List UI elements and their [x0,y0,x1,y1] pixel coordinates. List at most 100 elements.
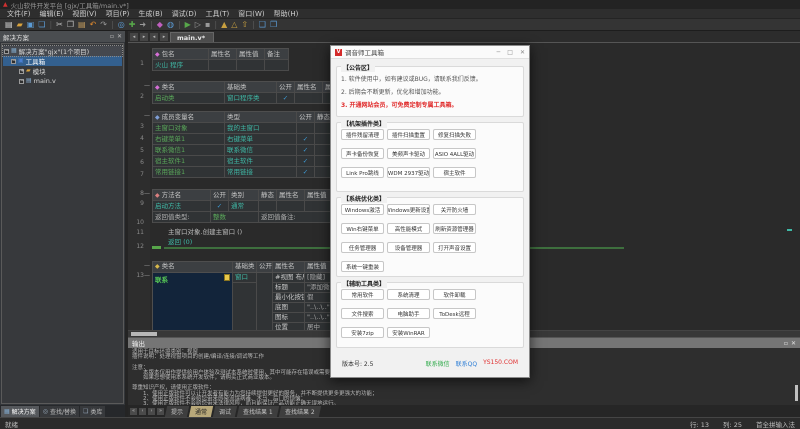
tool-button[interactable]: 设备管理器 [387,242,430,253]
tool-button[interactable]: ASIO 4ALL驱动 [433,148,476,159]
pin-icon[interactable]: ▫ [784,340,788,347]
fold-marker[interactable]: — [144,82,150,89]
cell-public[interactable]: ✓ [297,134,315,145]
paste-icon[interactable]: ▤ [78,20,86,29]
fold-marker[interactable]: — [144,112,150,119]
tool-button[interactable]: 声卡备份恢复 [341,148,384,159]
minimize-icon[interactable]: ─ [497,49,501,56]
tree-item-project[interactable]: − ▣ 工具箱 [3,56,122,66]
property-name[interactable]: 底图 [273,303,305,313]
close-icon[interactable]: ✕ [117,33,122,40]
find-icon[interactable]: ◎ [118,20,125,29]
website-link[interactable]: YS150.COM [483,359,518,368]
windows-icon[interactable]: ❑ [259,20,266,29]
open-folder-icon[interactable]: ▰ [17,20,23,29]
pin-icon[interactable]: ▫ [110,33,114,40]
tool-button[interactable]: 安装7zip [341,327,384,338]
nav-back-icon[interactable]: ◂ [130,33,138,41]
cell-return-type[interactable]: 整数 [211,212,259,223]
tool-button[interactable]: 刷新资源管理器 [433,223,476,234]
cell-var-type[interactable]: 右键菜单 [225,134,297,145]
designer-icon[interactable]: ◆ [157,20,163,29]
tool-button[interactable]: 软件卸载 [433,289,476,300]
status-ime[interactable]: 首全拼输入法 [756,419,795,429]
cell-public[interactable]: ✓ [297,145,315,156]
tab-debug[interactable]: 调试 [213,406,237,417]
tab-hints[interactable]: 提示 [165,406,189,417]
cell-public[interactable] [297,123,315,134]
cell-var-type[interactable]: 宿主软件 [225,156,297,167]
property-name[interactable]: 最小化按钮 [273,293,305,303]
tool-button[interactable]: 安装WinRAR [387,327,430,338]
vertical-scrollbar-thumb[interactable] [795,385,798,401]
tab-solution[interactable]: ▦ 解决方案 [1,406,39,417]
menu-item[interactable]: 编辑(E) [40,9,64,19]
tree-item-solution-root[interactable]: − ▦ 解决方案"gjx"(1个项目) [3,46,122,56]
goto-icon[interactable]: ➜ [139,20,146,29]
tool-button[interactable]: 宿主软件 [433,167,476,178]
cell-var-name[interactable]: 宿主软件1 [153,156,225,167]
menu-item[interactable]: 项目(P) [106,9,130,19]
property-name[interactable]: 标题 [273,283,305,293]
close-icon[interactable]: ✕ [520,49,525,56]
add-icon[interactable]: ✚ [129,20,136,29]
collapse-icon[interactable]: − [11,59,16,64]
tool-button[interactable]: ToDesk远程 [433,308,476,319]
cell-package-name[interactable]: 火山 程序 [153,60,209,71]
tool-button[interactable]: 任务管理器 [341,242,384,253]
code-statement[interactable]: 主窗口对象.创建主窗口 () [168,226,242,236]
deploy-icon[interactable]: ⇧ [241,20,248,29]
cell-var-name[interactable]: 右键菜单1 [153,134,225,145]
tool-button[interactable]: 系统清理 [387,289,430,300]
help-icon[interactable]: ❒ [270,20,277,29]
tool-button[interactable]: 打开声音设置 [433,242,476,253]
fold-marker[interactable]: — [144,262,150,269]
menu-item[interactable]: 文件(F) [7,9,31,19]
tab-class-library[interactable]: ❏ 类库 [80,406,105,417]
collapse-icon[interactable]: − [4,49,9,54]
cell-public[interactable]: ✓ [297,167,315,178]
save-all-icon[interactable]: ❏ [38,20,45,29]
maximize-icon[interactable]: □ [507,49,513,56]
tool-button[interactable]: Win右键菜单 [341,223,384,234]
redo-icon[interactable]: ↷ [100,20,107,29]
tab-general[interactable]: 通常 [189,406,213,417]
tree-item-file[interactable]: − ▤ main.v [3,76,122,86]
tool-button[interactable]: 插件残留清理 [341,129,384,140]
tool-button[interactable]: Link Pro跳线 [341,167,384,178]
property-name[interactable]: 图标 [273,313,305,323]
cut-icon[interactable]: ✂ [56,20,63,29]
collapse-icon[interactable]: − [19,79,24,84]
menu-item[interactable]: 帮助(H) [274,9,299,19]
qq-link[interactable]: 联系QQ [456,359,477,368]
wechat-link[interactable]: 联系微信 [426,359,450,368]
cell-var-type[interactable]: 联系微信 [225,145,297,156]
scroll-left-icon[interactable]: ‹ [139,408,146,415]
tool-button[interactable]: 修复扫描失败 [433,129,476,140]
scroll-right-icon[interactable]: › [148,408,155,415]
rebuild-icon[interactable]: △ [231,20,237,29]
close-icon[interactable]: ✕ [791,340,796,347]
browser-icon[interactable]: ◍ [167,20,174,29]
scroll-last-icon[interactable]: » [157,408,164,415]
menu-item[interactable]: 工具(T) [205,9,229,19]
tool-button[interactable]: 美频声卡驱动 [387,148,430,159]
menu-item[interactable]: 调试(D) [172,9,197,19]
code-statement[interactable]: 返回 (0) [168,236,192,246]
stop-icon[interactable]: ▪ [205,20,210,29]
tool-button[interactable]: 插件扫描重置 [387,129,430,140]
tool-button[interactable]: 系统一键重装 [341,261,384,272]
undo-icon[interactable]: ↶ [90,20,97,29]
tool-button[interactable]: WDM 2937驱动 [387,167,430,178]
tool-button[interactable]: Windows激活 [341,204,384,215]
cell-var-type[interactable]: 我的主窗口 [225,123,297,134]
cell-public[interactable]: ✓ [211,201,229,212]
property-name[interactable]: #视图 布局 [273,273,305,283]
cell-public[interactable]: ✓ [297,156,315,167]
tab-find-results-2[interactable]: 查找结果 2 [279,406,321,417]
step-icon[interactable]: ▷ [195,20,201,29]
tab-scroll-right-icon[interactable]: ▸ [160,33,168,41]
new-file-icon[interactable]: ▤ [5,20,13,29]
cell-class-name[interactable]: 启动类 [153,93,225,104]
save-icon[interactable]: ▣ [27,20,35,29]
